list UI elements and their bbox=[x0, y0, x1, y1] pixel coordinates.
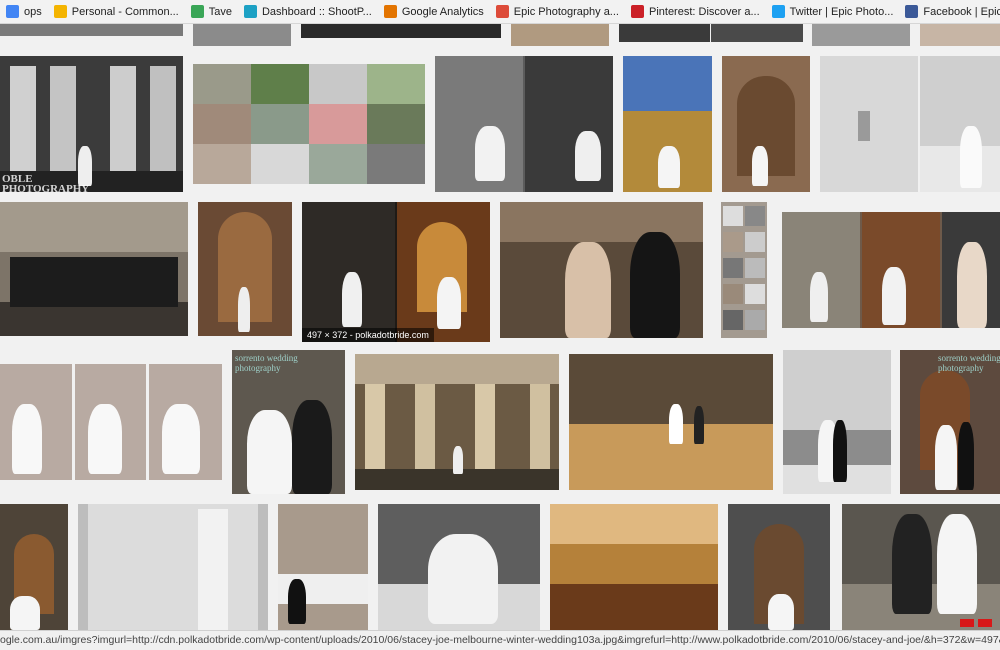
bookmark-item[interactable]: Epic Photography a... bbox=[490, 0, 625, 23]
image-result[interactable] bbox=[355, 354, 559, 490]
image-result[interactable] bbox=[782, 212, 1000, 328]
shootp-icon bbox=[243, 5, 257, 18]
bookmark-label: Personal - Common... bbox=[71, 5, 179, 18]
image-result[interactable] bbox=[0, 364, 222, 480]
image-result[interactable] bbox=[301, 24, 501, 38]
image-result[interactable] bbox=[711, 24, 803, 42]
apps-icon bbox=[6, 5, 19, 18]
image-result[interactable] bbox=[278, 504, 368, 630]
bookmark-label: Twitter | Epic Photo... bbox=[789, 5, 894, 18]
bookmark-label: Facebook | Epic Pho... bbox=[923, 5, 1000, 18]
image-result[interactable] bbox=[569, 354, 773, 490]
bookmark-label: ops bbox=[24, 5, 42, 18]
twitter-icon bbox=[771, 5, 785, 18]
pinterest-icon bbox=[630, 5, 644, 18]
image-result[interactable] bbox=[0, 202, 188, 336]
watermark-text: OBLE PHOTOGRAPHY bbox=[2, 173, 90, 193]
watermark-text: sorrento wedding photography bbox=[235, 353, 298, 373]
pencil-icon bbox=[53, 5, 67, 18]
bookmark-label: Google Analytics bbox=[401, 5, 484, 18]
bookmark-item[interactable]: Tave bbox=[185, 0, 238, 23]
image-result[interactable] bbox=[820, 56, 918, 192]
image-result[interactable]: OBLE PHOTOGRAPHY bbox=[0, 56, 183, 192]
image-result[interactable] bbox=[500, 202, 703, 338]
image-result[interactable] bbox=[728, 504, 830, 630]
bookmark-item[interactable]: Dashboard :: ShootP... bbox=[238, 0, 378, 23]
google-plus-icon bbox=[495, 5, 509, 18]
image-result[interactable] bbox=[193, 24, 291, 46]
image-result[interactable] bbox=[193, 64, 425, 184]
bookmark-item[interactable]: Personal - Common... bbox=[48, 0, 185, 23]
bookmark-item[interactable]: ops bbox=[0, 0, 48, 23]
image-result[interactable] bbox=[783, 350, 891, 494]
image-result[interactable] bbox=[550, 504, 718, 630]
image-result[interactable] bbox=[0, 504, 68, 630]
image-result[interactable] bbox=[722, 56, 810, 192]
bookmark-item[interactable]: Facebook | Epic Pho... bbox=[899, 0, 1000, 23]
status-url-bar: ogle.com.au/imgres?imgurl=http://cdn.pol… bbox=[0, 630, 1000, 650]
image-result[interactable] bbox=[920, 24, 1000, 46]
bookmark-item[interactable]: Google Analytics bbox=[378, 0, 490, 23]
image-result[interactable] bbox=[511, 24, 609, 46]
image-result[interactable] bbox=[920, 56, 1000, 192]
image-result[interactable] bbox=[721, 202, 767, 338]
watermark-text: sorrento wedding photography bbox=[938, 353, 1000, 373]
image-result[interactable]: sorrento wedding photography bbox=[232, 350, 345, 494]
image-result[interactable] bbox=[619, 24, 710, 42]
bookmark-label: Epic Photography a... bbox=[513, 5, 619, 18]
image-result[interactable] bbox=[78, 504, 268, 630]
bookmark-label: Pinterest: Discover a... bbox=[648, 5, 760, 18]
analytics-icon bbox=[383, 5, 397, 18]
image-size-overlay: 497 × 372 - polkadotbride.com bbox=[302, 328, 434, 342]
bookmark-item[interactable]: Pinterest: Discover a... bbox=[625, 0, 766, 23]
facebook-icon bbox=[905, 5, 919, 18]
tave-icon bbox=[190, 5, 204, 18]
image-result[interactable]: 497 × 372 - polkadotbride.com bbox=[302, 202, 490, 342]
image-result[interactable] bbox=[435, 56, 613, 192]
image-result[interactable] bbox=[0, 24, 183, 36]
bookmarks-bar: ops Personal - Common... Tave Dashboard :: … bbox=[0, 0, 1000, 24]
image-result[interactable] bbox=[842, 504, 1000, 630]
image-result[interactable] bbox=[378, 504, 540, 630]
bookmark-item[interactable]: Twitter | Epic Photo... bbox=[766, 0, 900, 23]
image-result[interactable]: sorrento wedding photography bbox=[900, 350, 1000, 494]
image-result[interactable] bbox=[198, 202, 292, 336]
image-result[interactable] bbox=[812, 24, 910, 46]
image-result[interactable] bbox=[623, 56, 712, 192]
bookmark-label: Dashboard :: ShootP... bbox=[261, 5, 372, 18]
bookmark-label: Tave bbox=[208, 5, 232, 18]
image-results-grid: OBLE PHOTOGRAPHY 497 × 372 - polkadotbri… bbox=[0, 24, 1000, 630]
